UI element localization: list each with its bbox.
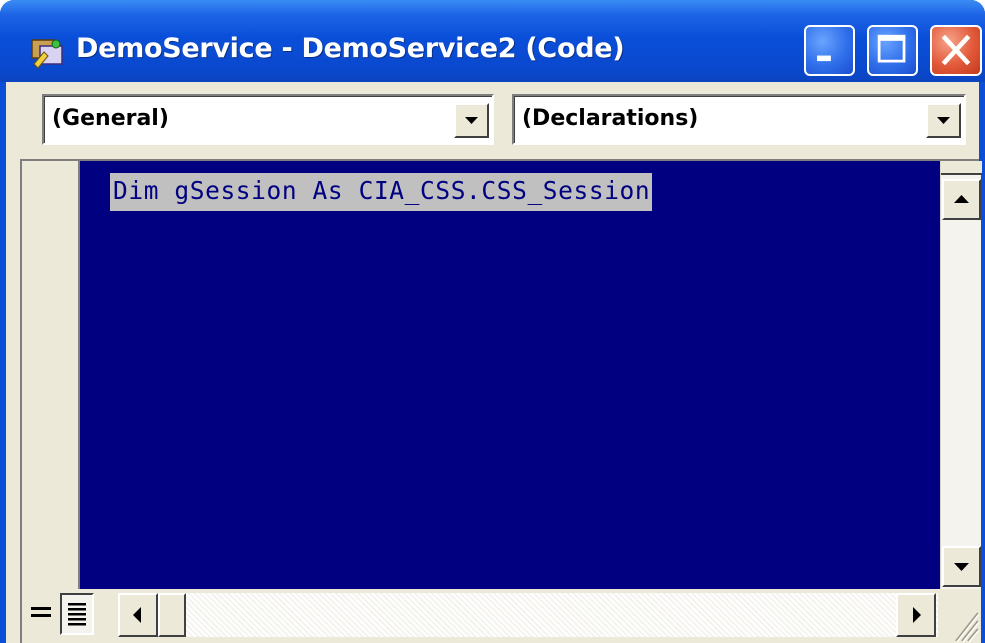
- object-dropdown-button[interactable]: [454, 103, 489, 138]
- window-title: DemoService - DemoService2 (Code): [76, 33, 625, 64]
- procedure-view-button[interactable]: [24, 593, 58, 635]
- resize-grip-icon[interactable]: [942, 599, 980, 643]
- scroll-up-button[interactable]: [942, 179, 981, 220]
- arrow-up-icon: [954, 195, 969, 203]
- window-client-area: (General) (Declarations) Dim gSession As…: [6, 82, 982, 643]
- close-icon: [941, 34, 971, 66]
- maximize-icon: [877, 34, 906, 63]
- vertical-scrollbar[interactable]: [940, 161, 982, 589]
- full-module-view-button[interactable]: [60, 593, 94, 635]
- arrow-left-icon: [133, 607, 141, 623]
- margin-indicator-bar[interactable]: [22, 161, 80, 589]
- scroll-left-button[interactable]: [118, 593, 158, 637]
- split-box[interactable]: [941, 161, 982, 175]
- close-button[interactable]: [930, 25, 982, 76]
- full-module-view-icon: [68, 603, 86, 626]
- bottom-bar: [22, 589, 981, 643]
- maximize-button[interactable]: [867, 25, 918, 76]
- scroll-down-button[interactable]: [942, 546, 981, 587]
- minimize-icon: [817, 55, 831, 62]
- title-bar[interactable]: DemoService - DemoService2 (Code): [0, 0, 985, 82]
- horizontal-scrollbar[interactable]: [118, 593, 938, 637]
- object-dropdown[interactable]: (General): [42, 94, 494, 145]
- scroll-right-button[interactable]: [896, 593, 936, 637]
- procedure-dropdown-value: (Declarations): [522, 106, 699, 131]
- horizontal-scroll-thumb[interactable]: [158, 593, 186, 637]
- arrow-right-icon: [913, 607, 921, 623]
- procedure-dropdown[interactable]: (Declarations): [512, 94, 966, 145]
- chevron-down-icon: [465, 117, 478, 124]
- code-window: DemoService - DemoService2 (Code) (Gener…: [0, 0, 985, 643]
- procedure-view-icon: [31, 607, 51, 617]
- vb-project-icon: [31, 39, 63, 69]
- object-dropdown-value: (General): [52, 106, 169, 131]
- minimize-button[interactable]: [804, 25, 855, 76]
- code-editor[interactable]: Dim gSession As CIA_CSS.CSS_Session: [80, 161, 940, 589]
- code-pane: Dim gSession As CIA_CSS.CSS_Session: [20, 159, 982, 643]
- chevron-down-icon: [937, 117, 950, 124]
- code-line[interactable]: Dim gSession As CIA_CSS.CSS_Session: [110, 173, 653, 211]
- arrow-down-icon: [954, 563, 969, 571]
- procedure-dropdown-button[interactable]: [926, 103, 961, 138]
